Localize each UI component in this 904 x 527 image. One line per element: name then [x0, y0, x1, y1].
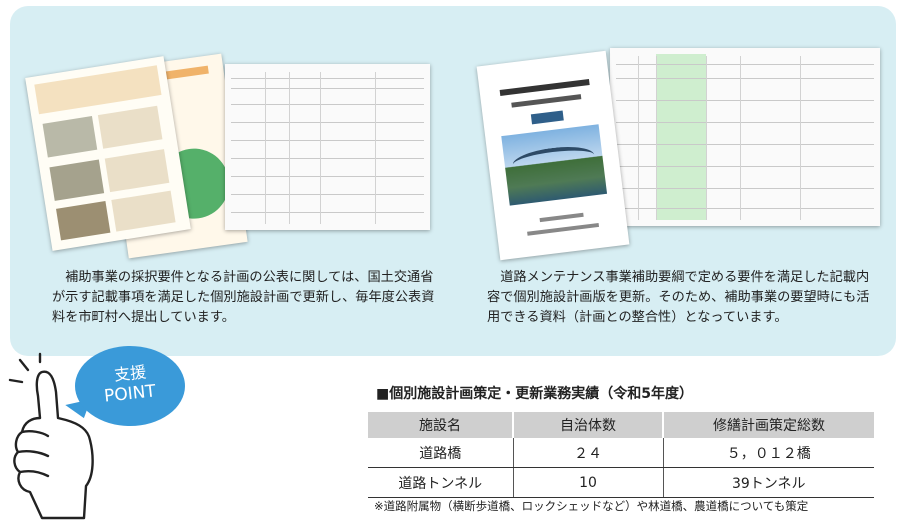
bridge-photo [501, 124, 608, 206]
table-title: ■個別施設計画策定・更新業務実績（令和5年度） [376, 386, 693, 402]
table-row: 道路トンネル 10 39トンネル [368, 467, 874, 498]
cell-plan-total: ５，０１２橋 [663, 438, 874, 468]
cell-plan-total: 39トンネル [663, 467, 874, 498]
results-table: 施設名 自治体数 修繕計画策定総数 道路橋 ２４ ５，０１２橋 道路トンネル 1… [368, 412, 874, 498]
cell-facility: 道路トンネル [368, 467, 514, 498]
footnote: ※道路附属物（横断歩道橋、ロックシェッドなど）や林道橋、農道橋についても策定 [374, 499, 809, 513]
header-plan-total: 修繕計画策定総数 [663, 412, 874, 438]
table-row: 道路橋 ２４ ５，０１２橋 [368, 438, 874, 468]
feature-panel: 補助事業の採択要件となる計画の公表に関しては、国土交通省が示す記載事項を満足した… [10, 6, 896, 356]
header-facility: 施設名 [368, 412, 514, 438]
plan-table-document [610, 48, 880, 226]
left-caption: 補助事業の採択要件となる計画の公表に関しては、国土交通省が示す記載事項を満足した… [52, 270, 435, 325]
plan-cover-document [476, 50, 630, 261]
header-municipalities: 自治体数 [513, 412, 664, 438]
table-header-row: 施設名 自治体数 修繕計画策定総数 [368, 412, 874, 438]
right-caption: 道路メンテナンス事業補助要綱で定める要件を満足した記載内容で個別施設計画版を更新… [487, 270, 870, 325]
brochure-page-front [25, 56, 191, 251]
cell-municipalities: 10 [513, 467, 664, 498]
spreadsheet-document [225, 64, 430, 230]
cell-municipalities: ２４ [513, 438, 664, 468]
cell-facility: 道路橋 [368, 438, 514, 468]
thumbs-up-hand-icon [8, 352, 94, 520]
